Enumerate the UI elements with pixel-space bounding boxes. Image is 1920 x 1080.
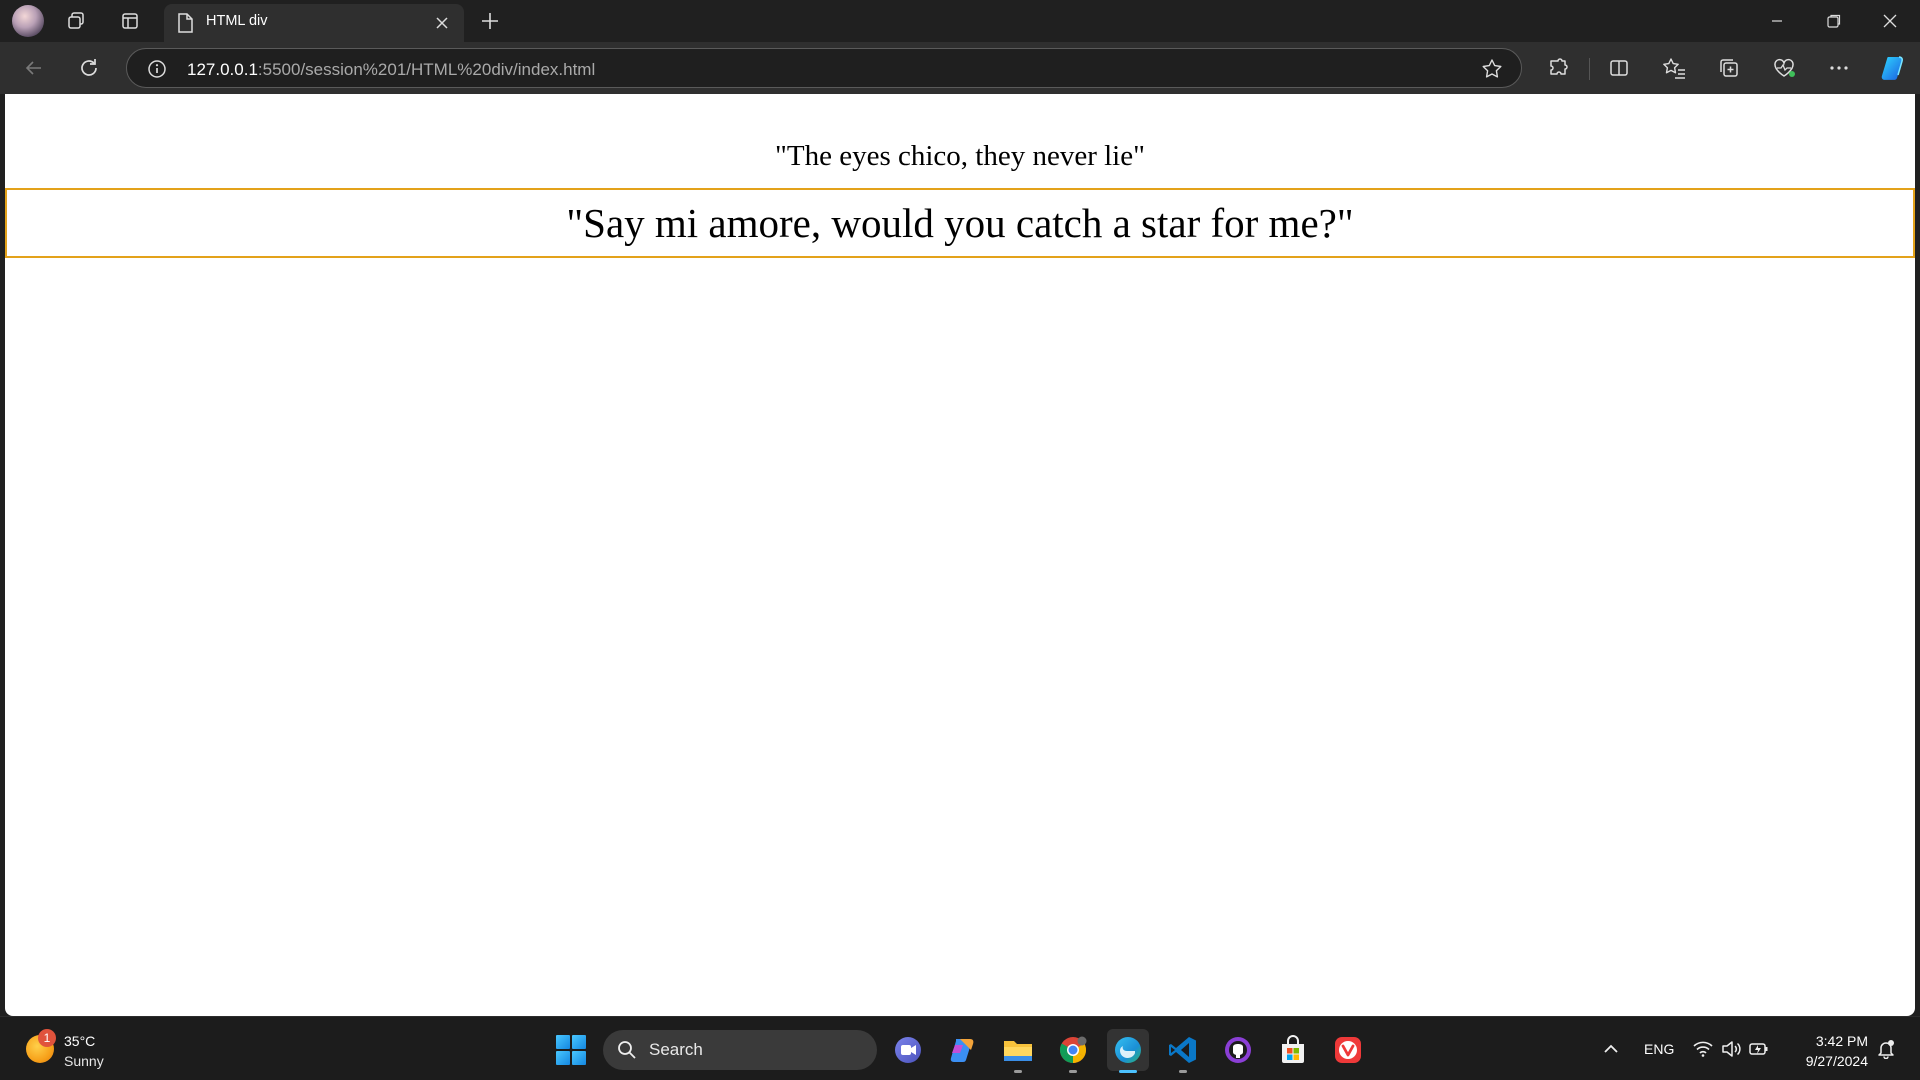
battery-charging-icon[interactable] xyxy=(1744,1031,1774,1067)
running-indicator xyxy=(1069,1070,1077,1073)
profile-avatar[interactable] xyxy=(12,5,44,37)
workspaces-icon[interactable] xyxy=(58,5,94,37)
refresh-button[interactable] xyxy=(71,50,107,86)
weather-condition[interactable]: Sunny xyxy=(64,1053,104,1069)
paragraph-quote: "The eyes chico, they never lie" xyxy=(775,140,1145,172)
running-indicator xyxy=(1179,1070,1187,1073)
edge-icon[interactable] xyxy=(1107,1029,1149,1073)
chrome-icon[interactable] xyxy=(1052,1029,1094,1073)
wifi-icon[interactable] xyxy=(1688,1031,1718,1067)
favorites-icon[interactable] xyxy=(1656,50,1692,86)
notifications-bell-icon[interactable] xyxy=(1868,1031,1904,1067)
close-tab-icon[interactable] xyxy=(430,11,454,35)
extensions-icon[interactable] xyxy=(1540,50,1576,86)
bordered-div: "Say mi amore, would you catch a star fo… xyxy=(5,188,1915,258)
start-button[interactable] xyxy=(556,1035,586,1065)
clock-date: 9/27/2024 xyxy=(1805,1053,1868,1069)
copilot-app-icon[interactable] xyxy=(942,1029,984,1071)
copilot-icon[interactable] xyxy=(1876,50,1912,86)
back-button[interactable] xyxy=(16,50,52,86)
site-info-icon[interactable] xyxy=(147,59,167,84)
web-page-content: "The eyes chico, they never lie" "Say mi… xyxy=(5,94,1915,1016)
new-tab-button[interactable] xyxy=(472,5,508,37)
vivaldi-icon[interactable] xyxy=(1327,1029,1369,1071)
tab-title: HTML div xyxy=(206,13,268,29)
split-screen-icon[interactable] xyxy=(1601,50,1637,86)
meet-app-icon[interactable] xyxy=(887,1029,929,1071)
more-options-icon[interactable] xyxy=(1821,50,1857,86)
search-label: Search xyxy=(649,1040,703,1059)
browser-toolbar: 127.0.0.1:5500/session%201/HTML%20div/in… xyxy=(0,42,1920,94)
address-bar[interactable]: 127.0.0.1:5500/session%201/HTML%20div/in… xyxy=(126,48,1522,88)
tab-html-div[interactable]: HTML div xyxy=(164,4,464,42)
running-indicator xyxy=(1014,1070,1022,1073)
vscode-icon[interactable] xyxy=(1162,1029,1204,1073)
weather-temperature[interactable]: 35°C xyxy=(64,1033,95,1049)
vertical-tabs-icon[interactable] xyxy=(112,5,148,37)
div-quote: "Say mi amore, would you catch a star fo… xyxy=(566,200,1354,246)
file-explorer-icon[interactable] xyxy=(997,1029,1039,1073)
taskbar-search[interactable]: Search xyxy=(603,1030,877,1070)
browser-essentials-icon[interactable] xyxy=(1766,50,1802,86)
input-language[interactable]: ENG xyxy=(1644,1041,1674,1057)
minimize-button[interactable] xyxy=(1749,0,1805,42)
collections-icon[interactable] xyxy=(1711,50,1747,86)
show-hidden-icons-chevron-icon[interactable] xyxy=(1593,1031,1629,1067)
taskbar: 1 35°C Sunny Search ENG 3:42 PM 9/27/202… xyxy=(0,1016,1920,1080)
clock-time: 3:42 PM xyxy=(1815,1033,1868,1049)
url-host: 127.0.0.1 xyxy=(187,60,258,79)
microsoft-store-icon[interactable] xyxy=(1272,1029,1314,1071)
toolbar-separator xyxy=(1589,58,1590,80)
restore-button[interactable] xyxy=(1806,0,1862,42)
weather-badge: 1 xyxy=(38,1029,56,1047)
close-window-button[interactable] xyxy=(1862,0,1918,42)
system-clock[interactable]: 3:42 PM 9/27/2024 xyxy=(1790,1031,1868,1071)
url-text[interactable]: 127.0.0.1:5500/session%201/HTML%20div/in… xyxy=(187,60,595,80)
title-bar: HTML div xyxy=(0,0,1920,42)
github-desktop-icon[interactable] xyxy=(1217,1029,1259,1071)
favorite-star-icon[interactable] xyxy=(1481,58,1503,85)
active-indicator xyxy=(1119,1070,1137,1073)
volume-icon[interactable] xyxy=(1716,1031,1746,1067)
search-icon xyxy=(617,1040,637,1065)
page-icon xyxy=(176,13,194,38)
url-path: :5500/session%201/HTML%20div/index.html xyxy=(257,60,596,79)
